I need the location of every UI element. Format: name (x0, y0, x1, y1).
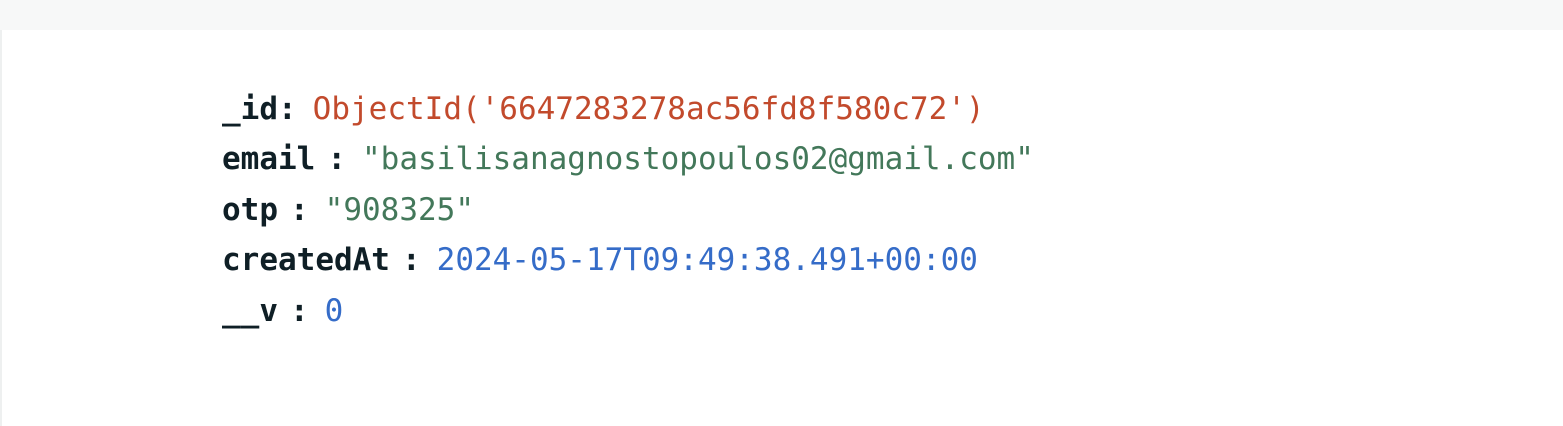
field-separator-id: : (278, 90, 297, 127)
field-value-otp[interactable]: "908325" (325, 194, 474, 226)
field-value-createdat[interactable]: 2024-05-17T09:49:38.491+00:00 (437, 245, 978, 276)
field-value-id[interactable]: ObjectId('6647283278ac56fd8f580c72') (313, 93, 985, 125)
document-card: _id : ObjectId('6647283278ac56fd8f580c72… (0, 30, 1563, 426)
field-row-createdat: createdAt : 2024-05-17T09:49:38.491+00:0… (222, 236, 1034, 287)
field-key-otp: otp (222, 191, 278, 228)
field-row-v: __v : 0 (222, 286, 1034, 337)
field-separator-createdat: : (401, 242, 421, 279)
field-key-id: _id (222, 90, 278, 127)
top-strip (0, 0, 1563, 30)
field-value-v[interactable]: 0 (325, 295, 344, 327)
field-row-email: email : "basilisanagnostopoulos02@gmail.… (222, 135, 1034, 186)
left-edge-divider (0, 30, 2, 426)
field-separator-v: : (290, 292, 309, 329)
field-key-createdat: createdAt (222, 242, 390, 279)
field-key-v: __v (222, 292, 278, 329)
field-list: _id : ObjectId('6647283278ac56fd8f580c72… (222, 84, 1034, 337)
field-value-email[interactable]: "basilisanagnostopoulos02@gmail.com" (362, 144, 1034, 175)
field-key-email: email (222, 141, 316, 178)
field-separator-email: : (327, 141, 346, 178)
field-row-otp: otp : "908325" (222, 185, 1034, 236)
field-separator-otp: : (290, 191, 309, 228)
field-row-id: _id : ObjectId('6647283278ac56fd8f580c72… (222, 84, 1034, 135)
